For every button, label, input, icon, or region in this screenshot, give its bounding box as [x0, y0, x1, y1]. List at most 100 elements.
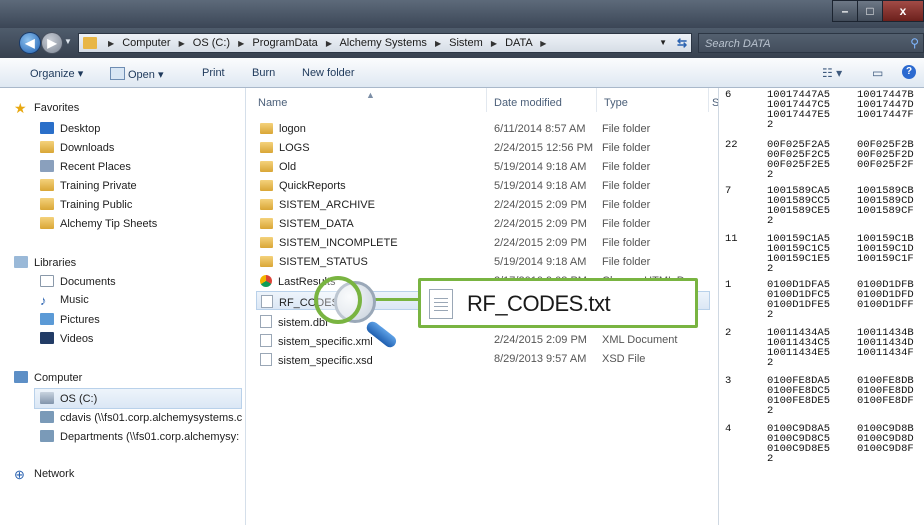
minimize-button[interactable]: –	[832, 0, 858, 22]
nav-videos[interactable]: Videos	[40, 332, 93, 345]
nav-favorites[interactable]: ★ Favorites	[14, 101, 79, 116]
code-column-1: 10011434A5 10011434C5 10011434E5	[767, 327, 831, 359]
organize-button[interactable]: Organize ▾	[30, 67, 83, 80]
column-header-type[interactable]: Type	[604, 97, 628, 109]
file-name: SISTEM_INCOMPLETE	[279, 237, 398, 249]
drive-icon	[40, 392, 54, 404]
file-name: sistem_specific.xsd	[278, 355, 373, 367]
breadcrumb-item[interactable]: Computer	[122, 37, 170, 49]
folder-icon	[260, 123, 273, 134]
text-file-icon	[429, 289, 453, 319]
nav-documents[interactable]: Documents	[40, 275, 116, 288]
file-row[interactable]: sistem_specific.xsd 8/29/2013 9:57 AM XSD …	[256, 350, 710, 369]
window-controls: – □ x	[832, 0, 924, 22]
new-folder-button[interactable]: New folder	[302, 67, 355, 79]
sort-ascending-icon: ▲	[366, 90, 375, 100]
open-icon	[110, 67, 125, 80]
nav-os-c-content: OS (C:)	[40, 392, 97, 405]
network-drive-icon	[40, 430, 54, 442]
help-icon[interactable]: ?	[902, 65, 916, 79]
refresh-icon[interactable]: ⇆	[677, 36, 687, 50]
address-dropdown-icon[interactable]: ▼	[659, 38, 667, 47]
file-row[interactable]: SISTEM_DATA 2/24/2015 2:09 PM File folder	[256, 215, 710, 234]
nav-desktop[interactable]: Desktop	[40, 122, 100, 135]
nav-music[interactable]: ♪ Music	[40, 294, 89, 307]
breadcrumb-item[interactable]: DATA	[505, 37, 532, 49]
file-name: sistem_specific.xml	[278, 336, 373, 348]
folder-icon	[260, 199, 273, 210]
file-row[interactable]: logon 6/11/2014 8:57 AM File folder	[256, 120, 710, 139]
breadcrumb-item[interactable]: ProgramData	[252, 37, 317, 49]
file-row[interactable]: sistem_specific.xml 2/24/2015 2:09 PM XML …	[256, 331, 710, 350]
music-icon: ♪	[40, 293, 47, 308]
code-tail: 2	[767, 263, 774, 275]
code-count: 6	[725, 89, 732, 101]
zoom-callout: RF_CODES.txt	[418, 278, 698, 328]
nav-recent-places[interactable]: Recent Places	[40, 160, 131, 173]
file-row[interactable]: SISTEM_STATUS 5/19/2014 9:18 AM File folde…	[256, 253, 710, 272]
column-divider[interactable]	[596, 88, 597, 112]
magnifier-ring	[314, 276, 362, 324]
column-divider[interactable]	[486, 88, 487, 112]
breadcrumb-separator-icon[interactable]: ▶	[179, 39, 185, 48]
close-button[interactable]: x	[882, 0, 924, 22]
code-tail: 2	[767, 357, 774, 369]
nav-label: Network	[34, 468, 75, 480]
nav-os-c[interactable]: OS (C:)	[34, 388, 242, 409]
breadcrumb-separator-icon[interactable]: ▶	[540, 39, 546, 48]
nav-training-public[interactable]: Training Public	[40, 198, 132, 211]
nav-label: Recent Places	[60, 161, 131, 173]
file-row[interactable]: QuickReports 5/19/2014 9:18 AM File folder	[256, 177, 710, 196]
downloads-icon	[40, 141, 54, 153]
nav-training-private[interactable]: Training Private	[40, 179, 137, 192]
file-name: sistem.dbf	[278, 317, 329, 329]
code-tail: 2	[767, 453, 774, 465]
file-date: 5/19/2014 9:18 AM	[494, 161, 587, 173]
column-header-name[interactable]: Name	[258, 97, 287, 109]
file-row[interactable]: SISTEM_INCOMPLETE 2/24/2015 2:09 PM File f…	[256, 234, 710, 253]
preview-pane-icon[interactable]: ▭	[872, 66, 883, 80]
breadcrumb-item[interactable]: Sistem	[449, 37, 483, 49]
view-options-icon[interactable]: ☷ ▾	[822, 66, 842, 80]
column-header-date[interactable]: Date modified	[494, 97, 562, 109]
nav-label: Desktop	[60, 123, 101, 135]
nav-computer[interactable]: Computer	[14, 371, 82, 384]
nav-libraries[interactable]: Libraries	[14, 256, 76, 269]
address-bar[interactable]: ▶ Computer ▶ OS (C:) ▶ ProgramData ▶ Alc…	[78, 33, 692, 53]
nav-departments-drive[interactable]: Departments (\\fs01.corp.alchemysy:	[40, 430, 239, 443]
breadcrumb-separator-icon[interactable]: ▶	[238, 39, 244, 48]
file-type: File folder	[602, 199, 651, 211]
nav-downloads[interactable]: Downloads	[40, 141, 114, 154]
open-button[interactable]: Open ▾	[110, 67, 164, 81]
history-dropdown-icon[interactable]: ▼	[64, 37, 72, 46]
forward-button[interactable]: ▶	[42, 33, 62, 53]
burn-button[interactable]: Burn	[252, 67, 275, 79]
breadcrumb: ▶ Computer ▶ OS (C:) ▶ ProgramData ▶ Alc…	[103, 37, 551, 49]
back-button[interactable]: ◀	[20, 33, 40, 53]
code-column-2: 10017447B 10017447D 10017447F	[857, 89, 914, 121]
nav-network[interactable]: ⊕ Network	[14, 468, 74, 481]
file-name: QuickReports	[279, 180, 346, 192]
search-icon[interactable]: ⚲	[910, 36, 919, 50]
nav-pictures[interactable]: Pictures	[40, 313, 100, 326]
column-divider[interactable]	[708, 88, 709, 112]
file-row[interactable]: LOGS 2/24/2015 12:56 PM File folder	[256, 139, 710, 158]
file-row[interactable]: Old 5/19/2014 9:18 AM File folder	[256, 158, 710, 177]
search-input[interactable]	[703, 35, 897, 53]
maximize-button[interactable]: □	[857, 0, 883, 22]
code-tail: 2	[767, 215, 774, 227]
file-row[interactable]: SISTEM_ARCHIVE 2/24/2015 2:09 PM File fold…	[256, 196, 710, 215]
nav-cdavis-drive[interactable]: cdavis (\\fs01.corp.alchemysystems.c	[40, 411, 242, 424]
computer-icon	[14, 371, 28, 383]
breadcrumb-separator-icon[interactable]: ▶	[435, 39, 441, 48]
breadcrumb-item[interactable]: Alchemy Systems	[339, 37, 426, 49]
breadcrumb-separator-icon[interactable]: ▶	[326, 39, 332, 48]
nav-label: cdavis (\\fs01.corp.alchemysystems.c	[60, 412, 243, 424]
breadcrumb-item[interactable]: OS (C:)	[193, 37, 230, 49]
code-tail: 2	[767, 309, 774, 321]
print-button[interactable]: Print	[202, 67, 225, 79]
nav-alchemy-tip-sheets[interactable]: Alchemy Tip Sheets	[40, 217, 157, 230]
breadcrumb-separator-icon[interactable]: ▶	[491, 39, 497, 48]
pictures-icon	[40, 313, 54, 325]
nav-label: Departments (\\fs01.corp.alchemysy:	[60, 431, 240, 443]
